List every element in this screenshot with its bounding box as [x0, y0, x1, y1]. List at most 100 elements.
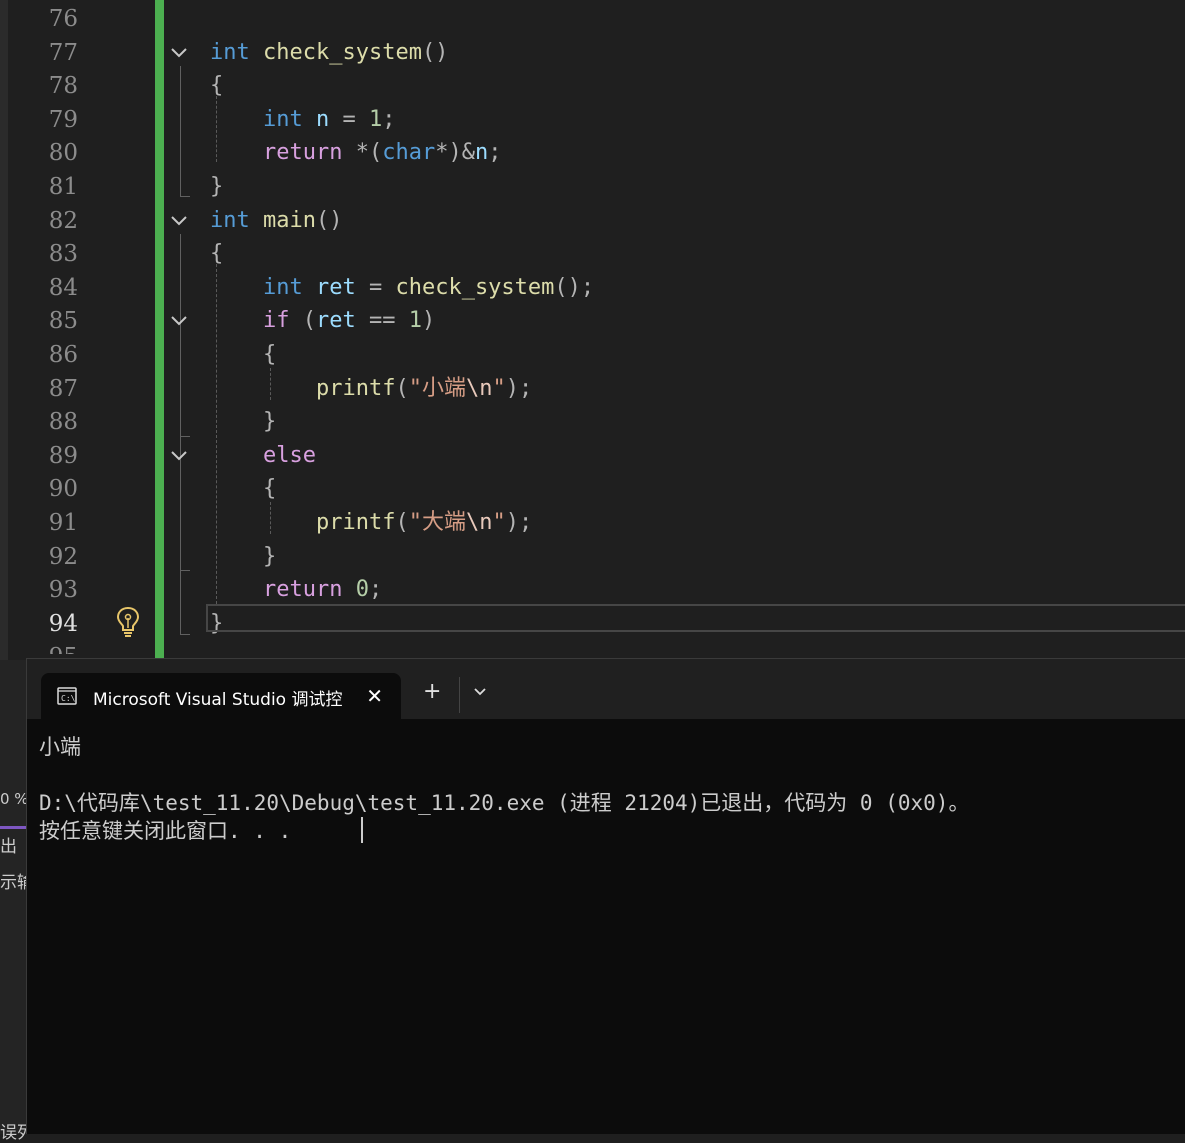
code-token: ();: [554, 274, 595, 300]
tab-title: Microsoft Visual Studio 调试控制台: [93, 690, 343, 710]
code-token: ;: [382, 106, 396, 132]
code-line[interactable]: int n = 1;: [210, 103, 396, 137]
chevron-down-icon[interactable]: [168, 445, 190, 467]
line-number: 80: [48, 140, 78, 167]
line-number: 82: [48, 207, 78, 234]
fold-guide-end: [180, 196, 190, 197]
code-token: ;: [488, 140, 502, 166]
code-token: =: [355, 274, 396, 300]
code-token: (): [315, 207, 343, 233]
code-token: 0: [342, 577, 369, 603]
line-number: 89: [48, 442, 78, 469]
code-line[interactable]: }: [210, 540, 276, 574]
side-panel: [0, 660, 26, 1134]
editor-left-edge: [0, 0, 8, 660]
code-token: printf: [315, 510, 396, 535]
code-line[interactable]: {: [210, 472, 276, 506]
line-number: 91: [48, 510, 78, 536]
terminal-icon: C:\: [57, 687, 77, 705]
code-line[interactable]: int main(): [210, 204, 342, 238]
panel-tab-output[interactable]: 出: [0, 832, 26, 857]
tab-divider: [459, 677, 460, 713]
code-token: ==: [355, 308, 409, 334]
code-token: ret: [315, 308, 356, 334]
code-token: \n: [465, 375, 493, 401]
indent-guide: [216, 264, 217, 604]
current-line-highlight: [206, 604, 1185, 632]
line-number: 93: [48, 577, 78, 604]
fold-guide: [180, 468, 181, 570]
svg-text:C:\: C:\: [61, 694, 76, 703]
line-number: 86: [48, 342, 78, 368]
code-token: printf: [315, 375, 396, 401]
fold-guide: [180, 66, 181, 196]
code-line[interactable]: return 0;: [210, 573, 382, 607]
fold-guide-end: [180, 436, 190, 437]
code-line[interactable]: printf("大端\n");: [210, 506, 532, 540]
panel-tab-errors[interactable]: 误列: [0, 1118, 26, 1143]
fold-guide-end: [180, 570, 190, 571]
chevron-down-icon[interactable]: [168, 310, 190, 332]
code-token: }: [262, 409, 277, 435]
lightbulb-icon[interactable]: [116, 606, 140, 638]
code-token: "大端: [408, 510, 466, 535]
debug-console-window[interactable]: C:\ Microsoft Visual Studio 调试控制台 ✕ + 小端…: [26, 658, 1185, 1134]
chevron-down-icon[interactable]: [471, 683, 489, 701]
code-token: main: [249, 207, 316, 233]
line-number: 85: [48, 308, 78, 335]
line-number: 83: [48, 241, 78, 268]
code-token: (): [421, 39, 449, 65]
code-line[interactable]: if (ret == 1): [210, 304, 435, 338]
fold-guide: [180, 334, 181, 436]
code-line[interactable]: int check_system(): [210, 36, 448, 70]
console-output-line: 按任意键关闭此窗口. . .: [39, 819, 292, 843]
code-token: int: [262, 274, 303, 300]
line-number: 88: [48, 409, 78, 436]
line-number: 78: [48, 73, 78, 100]
code-line[interactable]: return *(char*)&n;: [210, 136, 501, 170]
code-token: n: [474, 140, 489, 166]
terminal-tab[interactable]: C:\ Microsoft Visual Studio 调试控制台 ✕: [41, 673, 401, 719]
code-token: =: [329, 106, 369, 132]
line-number: 77: [48, 39, 78, 66]
line-number: 81: [48, 174, 78, 200]
close-tab-button[interactable]: ✕: [366, 684, 383, 708]
line-number: 87: [48, 375, 78, 402]
line-number: 84: [48, 274, 78, 301]
code-token: *(: [342, 140, 383, 166]
panel-item[interactable]: 示输: [0, 868, 26, 893]
line-number: 90: [48, 476, 78, 503]
code-token: \n: [465, 510, 493, 535]
code-line[interactable]: int ret = check_system();: [210, 271, 594, 305]
code-token: check_system: [395, 274, 555, 300]
code-line[interactable]: {: [210, 338, 276, 372]
code-token: ": [492, 510, 506, 535]
line-number: 94: [48, 610, 78, 637]
code-token: (: [395, 375, 409, 401]
console-output-line: 小端: [39, 735, 81, 759]
code-token: int: [210, 207, 250, 233]
code-token: return: [262, 140, 343, 166]
new-tab-button[interactable]: +: [423, 679, 441, 704]
code-token: ret: [302, 274, 356, 300]
code-token: ": [492, 375, 506, 401]
code-token: {: [210, 73, 224, 99]
code-token: 1: [368, 106, 383, 132]
code-token: else: [262, 442, 316, 468]
code-line[interactable]: }: [210, 405, 276, 439]
zoom-level[interactable]: 0 %: [0, 790, 26, 808]
code-token: *)&: [435, 140, 475, 166]
code-line[interactable]: else: [210, 439, 316, 473]
code-line[interactable]: printf("小端\n");: [210, 372, 532, 406]
chevron-down-icon[interactable]: [168, 210, 190, 232]
line-number: 76: [48, 6, 78, 32]
chevron-down-icon[interactable]: [168, 42, 190, 64]
code-token: if: [262, 308, 290, 334]
code-line[interactable]: }: [210, 170, 223, 204]
code-token: ): [421, 308, 436, 334]
